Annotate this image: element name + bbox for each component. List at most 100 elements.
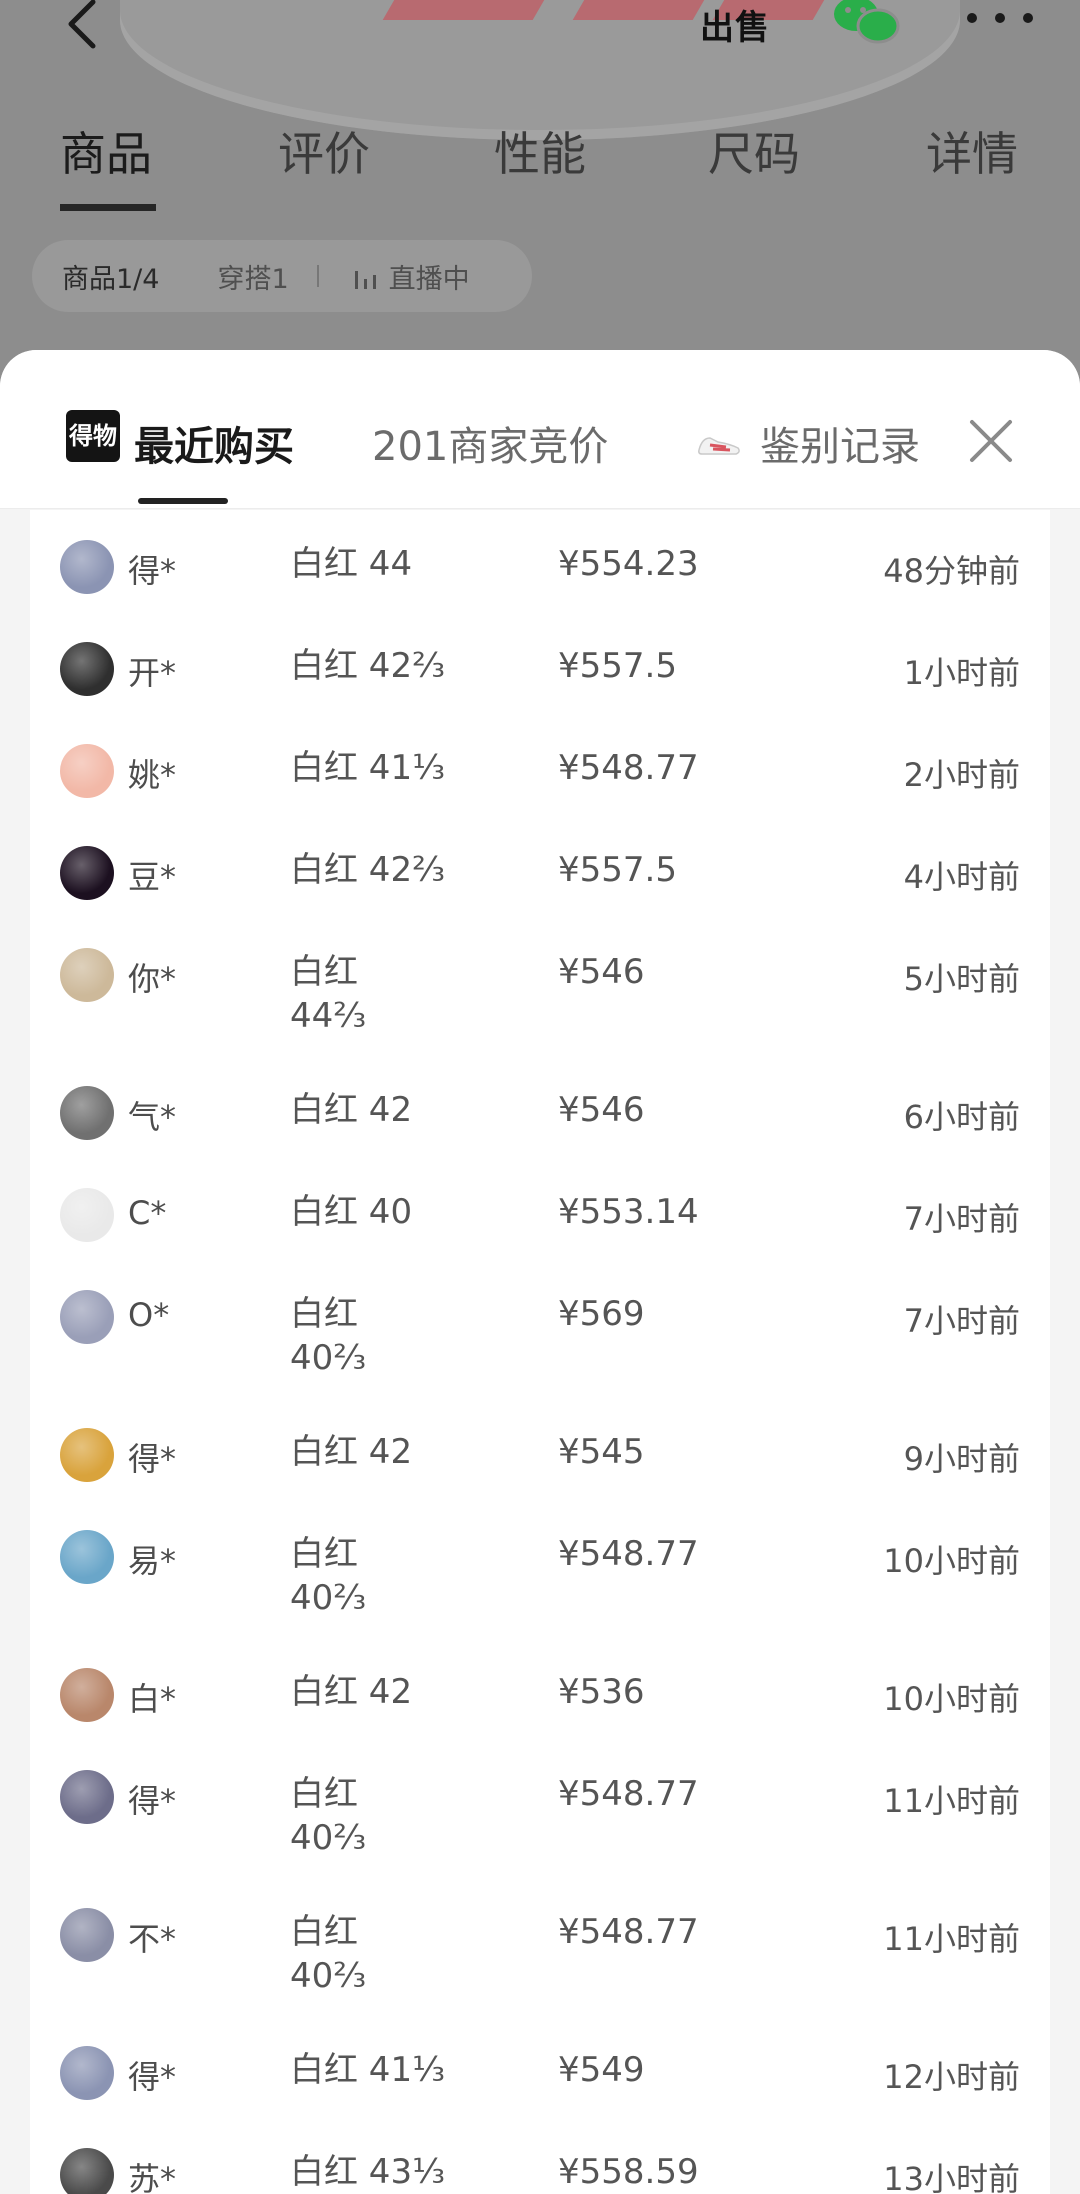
purchase-price: ¥548.77 xyxy=(558,1534,699,1574)
avatar xyxy=(60,1188,114,1242)
purchase-price: ¥557.5 xyxy=(558,646,677,686)
variant-size: 白红 42⅔ xyxy=(290,850,446,890)
purchase-time: 12小时前 xyxy=(883,2058,1020,2096)
live-bars-icon xyxy=(354,270,376,289)
variant-size: 白红 42 xyxy=(290,1672,413,1712)
variant-size: 白红 40 xyxy=(290,1192,413,1232)
product-tab-bar: 商品 评价 性能 尺码 详情 xyxy=(0,118,1080,218)
purchase-price: ¥558.59 xyxy=(558,2152,699,2192)
tab-size[interactable]: 尺码 xyxy=(708,118,800,184)
purchase-price: ¥548.77 xyxy=(558,1912,699,1952)
sneaker-icon xyxy=(698,437,740,455)
avatar xyxy=(60,1908,114,1962)
tab-reviews[interactable]: 评价 xyxy=(278,118,370,184)
buyer-name: 气* xyxy=(128,1098,177,1136)
avatar xyxy=(60,1668,114,1722)
more-options-icon[interactable] xyxy=(960,0,1040,40)
buyer-name: O* xyxy=(128,1296,170,1334)
back-arrow-icon xyxy=(68,0,96,49)
variant-size: 白红 42⅔ xyxy=(290,646,446,686)
purchase-price: ¥546 xyxy=(558,1090,645,1130)
buyer-name: C* xyxy=(128,1194,167,1232)
purchase-time: 1小时前 xyxy=(903,654,1020,692)
wechat-share-icon[interactable] xyxy=(832,0,902,46)
purchase-price: ¥536 xyxy=(558,1672,645,1712)
sheet-active-tab-indicator xyxy=(138,498,228,504)
buyer-name: 得* xyxy=(128,2058,177,2096)
purchase-time: 10小时前 xyxy=(883,1680,1020,1718)
variant-size: 白红 41⅓ xyxy=(290,748,446,788)
purchase-time: 10小时前 xyxy=(883,1542,1020,1580)
chip-divider xyxy=(316,265,319,287)
tab-details[interactable]: 详情 xyxy=(926,118,1018,184)
back-button[interactable] xyxy=(58,0,108,50)
purchase-time: 11小时前 xyxy=(883,1782,1020,1820)
purchase-time: 9小时前 xyxy=(903,1440,1020,1478)
avatar xyxy=(60,1290,114,1344)
variant-size: 白红 44 xyxy=(290,544,413,584)
avatar xyxy=(60,2046,114,2100)
variant-size: 白红 42 xyxy=(290,1432,413,1472)
sheet-header: 得物 最近购买 201商家竞价 鉴别记录 xyxy=(0,350,1080,509)
buyer-name: 得* xyxy=(128,1782,177,1820)
tab-recent-purchases[interactable]: 最近购买 xyxy=(134,414,294,472)
purchase-time: 48分钟前 xyxy=(883,552,1020,590)
buyer-name: 你* xyxy=(128,960,177,998)
tab-performance[interactable]: 性能 xyxy=(494,118,586,184)
purchase-time: 4小时前 xyxy=(903,858,1020,896)
media-chip-row: 商品1/4 穿搭1 直播中 xyxy=(32,240,532,312)
variant-size: 白红 40⅔ xyxy=(290,1294,367,1378)
avatar xyxy=(60,744,114,798)
avatar xyxy=(60,642,114,696)
variant-size: 白红 40⅔ xyxy=(290,1774,367,1858)
tab-merchant-bids[interactable]: 201商家竞价 xyxy=(372,414,608,472)
chip-product-gallery[interactable]: 商品1/4 xyxy=(62,257,159,296)
tab-product[interactable]: 商品 xyxy=(60,118,152,184)
purchase-time: 11小时前 xyxy=(883,1920,1020,1958)
purchase-price: ¥549 xyxy=(558,2050,645,2090)
buyer-name: 得* xyxy=(128,1440,177,1478)
buyer-name: 姚* xyxy=(128,756,177,794)
avatar xyxy=(60,540,114,594)
product-page: 出售 商品 评价 性能 尺码 详情 商品1/4 穿搭1 直播中 得物 最近购买 … xyxy=(0,0,1080,2194)
avatar xyxy=(60,1086,114,1140)
purchase-time: 2小时前 xyxy=(903,756,1020,794)
buyer-name: 易* xyxy=(128,1542,177,1580)
avatar xyxy=(60,1530,114,1584)
buyer-name: 得* xyxy=(128,552,177,590)
purchase-time: 7小时前 xyxy=(903,1200,1020,1238)
variant-size: 白红 41⅓ xyxy=(290,2050,446,2090)
tab-authentication-records[interactable]: 鉴别记录 xyxy=(760,414,920,472)
purchase-time: 5小时前 xyxy=(903,960,1020,998)
purchase-price: ¥548.77 xyxy=(558,1774,699,1814)
buyer-name: 不* xyxy=(128,1920,177,1958)
purchase-price: ¥548.77 xyxy=(558,748,699,788)
avatar xyxy=(60,2148,114,2194)
purchase-price: ¥557.5 xyxy=(558,850,677,890)
buyer-name: 苏* xyxy=(128,2160,177,2194)
recent-purchases-sheet: 得物 最近购买 201商家竞价 鉴别记录 得* 白红 44 ¥554.23 48分钟前… xyxy=(0,350,1080,2194)
purchase-time: 6小时前 xyxy=(903,1098,1020,1136)
avatar xyxy=(60,1770,114,1824)
purchase-price: ¥546 xyxy=(558,952,645,992)
chip-live[interactable]: 直播中 xyxy=(353,257,470,296)
purchase-price: ¥553.14 xyxy=(558,1192,699,1232)
sell-label: 出售 xyxy=(700,8,770,48)
chip-live-label: 直播中 xyxy=(388,263,470,295)
variant-size: 白红 42 xyxy=(290,1090,413,1130)
chip-outfit[interactable]: 穿搭1 xyxy=(217,257,288,296)
purchase-time: 13小时前 xyxy=(883,2160,1020,2194)
sell-button[interactable]: 出售 xyxy=(700,0,770,52)
buyer-name: 开* xyxy=(128,654,177,692)
avatar xyxy=(60,948,114,1002)
variant-size: 白红 44⅔ xyxy=(290,952,367,1036)
purchase-price: ¥554.23 xyxy=(558,544,699,584)
purchase-list: 得* 白红 44 ¥554.23 48分钟前开* 白红 42⅔ ¥557.5 1小时前姚* 白… xyxy=(30,510,1050,2194)
avatar xyxy=(60,1428,114,1482)
purchase-time: 7小时前 xyxy=(903,1302,1020,1340)
purchase-price: ¥545 xyxy=(558,1432,645,1472)
active-tab-indicator xyxy=(60,204,156,211)
variant-size: 白红 43⅓ xyxy=(290,2152,446,2192)
purchase-price: ¥569 xyxy=(558,1294,645,1334)
close-icon[interactable] xyxy=(962,412,1020,470)
